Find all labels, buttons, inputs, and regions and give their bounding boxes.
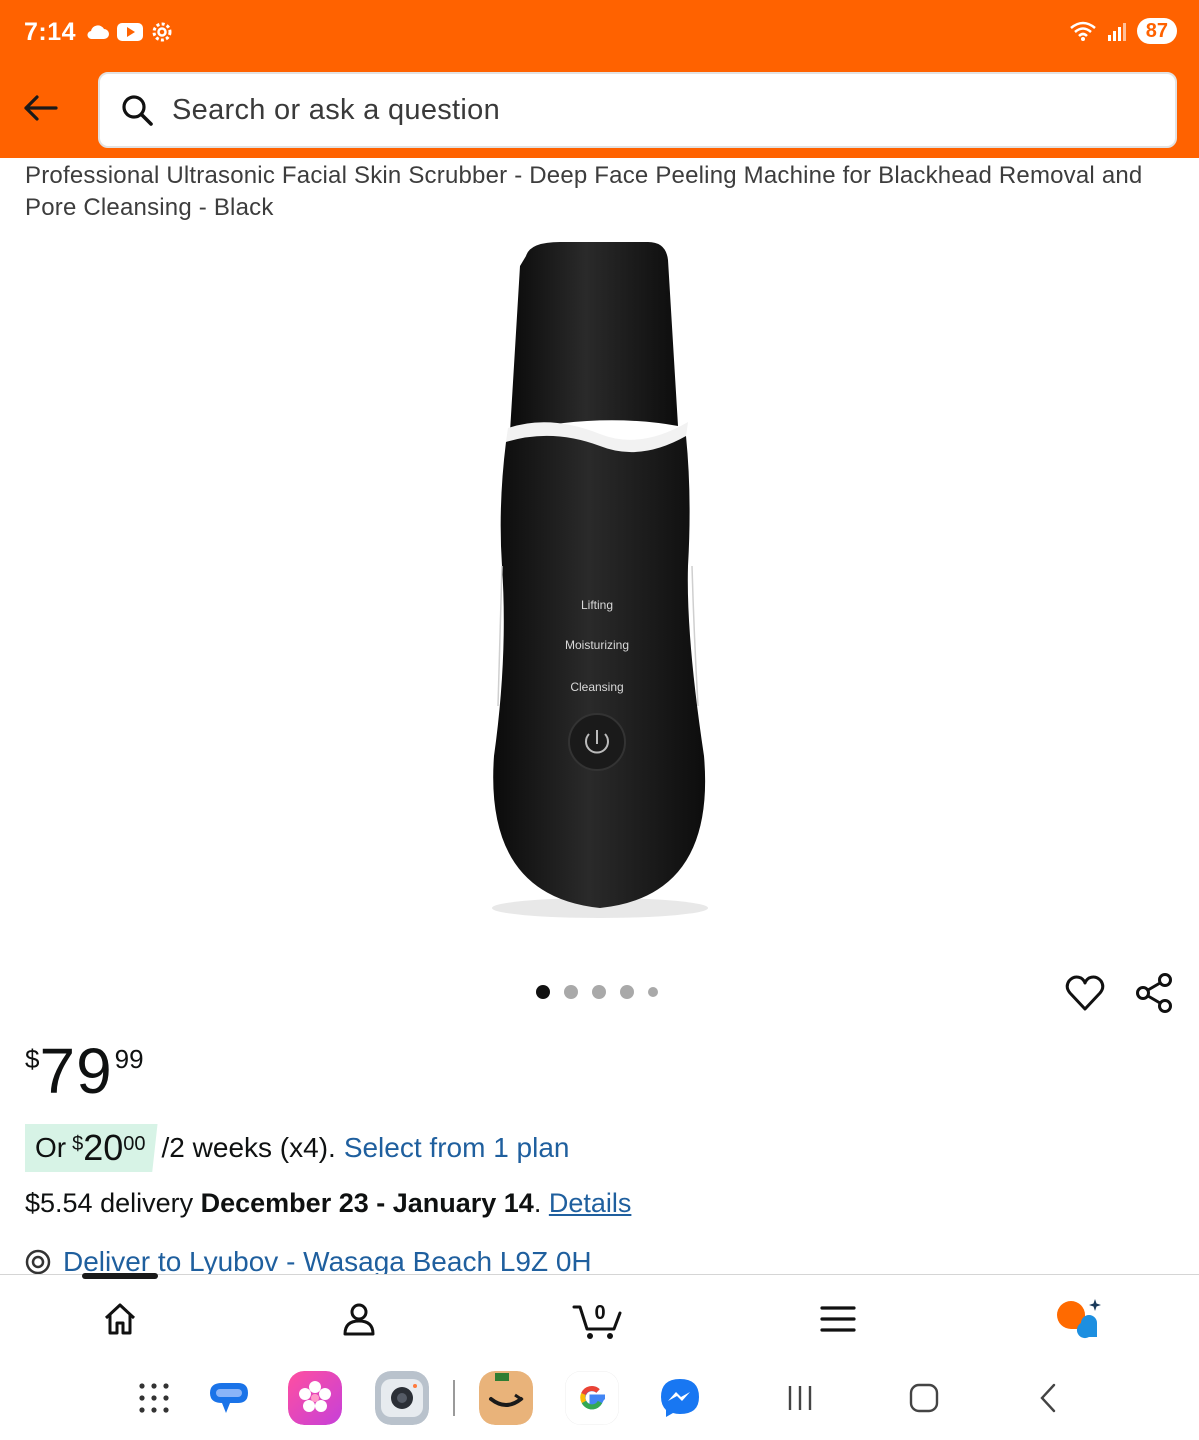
carousel-dot[interactable] — [536, 985, 550, 999]
share-icon — [1136, 973, 1172, 1013]
search-icon — [122, 95, 153, 126]
search-input[interactable]: Search or ask a question — [98, 72, 1177, 148]
app-header: 7:14 87 Search or ask a question — [0, 0, 1199, 158]
delivery-cost: $5.54 delivery — [25, 1188, 194, 1218]
installment-fraction: 00 — [123, 1133, 146, 1155]
status-system-icons: 87 — [1069, 18, 1177, 44]
product-title: Professional Ultrasonic Facial Skin Scru… — [25, 162, 1143, 221]
heart-icon — [1065, 975, 1105, 1011]
status-notification-icons — [86, 20, 174, 44]
select-plan-link[interactable]: Select from 1 plan — [344, 1132, 570, 1164]
camera-icon — [375, 1371, 429, 1425]
cart-icon: 0 — [572, 1302, 622, 1339]
installment-offer: Or $ 20 00 /2 weeks (x4). Select from 1 … — [25, 1124, 569, 1172]
installment-prefix: Or — [35, 1132, 67, 1163]
camera-app[interactable] — [374, 1370, 430, 1426]
price-fraction: 99 — [114, 1044, 144, 1074]
recent-apps-icon — [788, 1386, 812, 1410]
recent-apps-button[interactable] — [772, 1370, 828, 1426]
installment-badge: Or $ 20 00 — [25, 1124, 158, 1172]
home-button[interactable] — [896, 1370, 952, 1426]
product-price: $ 79 99 — [25, 1036, 144, 1106]
product-image[interactable]: Lifting Moisturizing Cleansing — [480, 236, 720, 926]
arrow-left-icon — [24, 95, 58, 121]
amazon-box-icon — [479, 1371, 533, 1425]
search-placeholder: Search or ask a question — [172, 93, 500, 126]
signal-icon — [1107, 23, 1126, 41]
dock-divider — [444, 1370, 464, 1426]
installment-currency: $ — [72, 1133, 84, 1155]
grid-dots-icon — [139, 1383, 169, 1413]
image-label-lifting: Lifting — [581, 598, 613, 612]
status-time: 7:14 — [24, 18, 77, 46]
wifi-icon — [1069, 21, 1096, 41]
image-label-cleansing: Cleansing — [570, 680, 623, 694]
installment-whole: 20 — [83, 1127, 124, 1168]
messenger-app[interactable] — [652, 1370, 708, 1426]
price-whole: 79 — [39, 1035, 113, 1107]
delivery-details-link[interactable]: Details — [549, 1188, 632, 1218]
carousel-dot[interactable] — [564, 985, 578, 999]
deliver-to-location[interactable]: Deliver to Lyubov - Wasaga Beach L9Z 0H — [25, 1246, 592, 1276]
android-dock — [0, 1360, 1199, 1440]
installment-period: /2 weeks (x4). — [161, 1132, 336, 1163]
system-back-button[interactable] — [1020, 1370, 1076, 1426]
location-pin-icon — [25, 1249, 51, 1275]
assistant-icon — [1057, 1299, 1101, 1339]
chevron-left-icon — [1040, 1383, 1056, 1413]
google-g-icon — [565, 1371, 619, 1425]
delivery-separator: . — [533, 1188, 542, 1218]
active-tab-indicator — [82, 1273, 158, 1279]
nav-account[interactable] — [333, 1293, 385, 1345]
messenger-icon — [653, 1371, 707, 1425]
add-to-wishlist-button[interactable] — [1064, 972, 1106, 1014]
youtube-icon — [117, 23, 143, 41]
home-icon — [104, 1303, 136, 1335]
price-currency: $ — [25, 1044, 40, 1074]
home-square-icon — [909, 1383, 939, 1413]
messages-app[interactable] — [201, 1370, 257, 1426]
person-icon — [343, 1303, 375, 1336]
google-app[interactable] — [564, 1370, 620, 1426]
delivery-info: $5.54 delivery December 23 - January 14.… — [25, 1188, 631, 1219]
gallery-app[interactable] — [287, 1370, 343, 1426]
settings-gear-icon — [152, 22, 172, 42]
back-button[interactable] — [18, 88, 62, 128]
nav-menu[interactable] — [812, 1293, 864, 1345]
menu-icon — [820, 1306, 856, 1332]
carousel-dot[interactable] — [648, 987, 658, 997]
image-label-moisturizing: Moisturizing — [565, 638, 629, 652]
image-carousel-dots[interactable] — [536, 985, 658, 999]
carousel-dot[interactable] — [592, 985, 606, 999]
nav-rufus-assistant[interactable] — [1052, 1293, 1104, 1345]
messages-icon — [202, 1371, 256, 1425]
share-button[interactable] — [1134, 972, 1174, 1014]
cloud-icon — [87, 25, 109, 40]
flower-gallery-icon — [288, 1371, 342, 1425]
cart-count: 0 — [594, 1302, 605, 1324]
app-drawer-button[interactable] — [126, 1370, 182, 1426]
nav-home[interactable] — [94, 1293, 146, 1345]
amazon-app[interactable] — [478, 1370, 534, 1426]
status-bar: 7:14 87 — [0, 0, 1199, 64]
nav-cart[interactable]: 0 — [570, 1293, 626, 1345]
bottom-navigation: 0 — [0, 1273, 1199, 1356]
battery-indicator: 87 — [1136, 18, 1177, 44]
carousel-dot[interactable] — [620, 985, 634, 999]
delivery-dates: December 23 - January 14 — [200, 1188, 534, 1218]
deliver-to-text: Deliver to Lyubov - Wasaga Beach L9Z 0H — [63, 1246, 592, 1276]
